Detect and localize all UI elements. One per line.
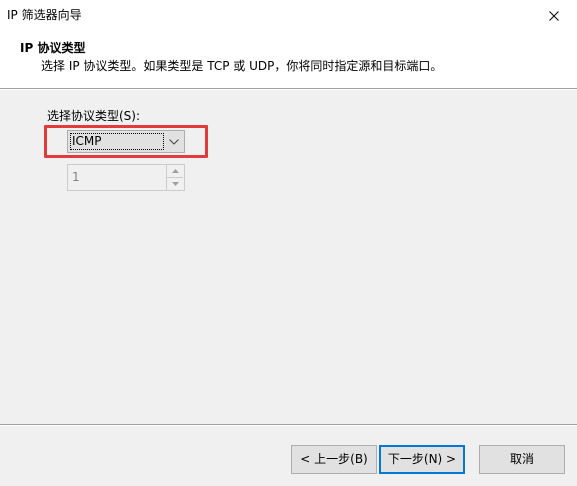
spin-down-button [167,178,183,190]
title-bar: IP 筛选器向导 [0,0,577,31]
protocol-dropdown-button[interactable] [166,133,182,150]
chevron-down-icon [169,138,179,145]
footer-divider-highlight [0,425,577,426]
page-description: 选择 IP 协议类型。如果类型是 TCP 或 UDP，你将同时指定源和目标端口。 [41,59,443,73]
close-button[interactable] [531,0,577,31]
spin-buttons [166,165,184,190]
page-title: IP 协议类型 [20,41,86,55]
ip-filter-wizard-window: IP 筛选器向导 IP 协议类型 选择 IP 协议类型。如果类型是 TCP 或 … [0,0,577,486]
header-divider-highlight [0,89,577,90]
back-button[interactable]: < 上一步(B) [291,445,377,474]
close-icon [549,10,559,21]
spin-up-button [167,165,183,178]
window-title: IP 筛选器向导 [7,8,82,22]
cancel-button[interactable]: 取消 [479,445,565,474]
spin-up-icon [171,169,179,173]
protocol-number-spinbox: 1 [67,164,185,191]
spin-down-icon [171,182,179,186]
next-button[interactable]: 下一步(N) > [379,445,465,474]
protocol-type-label: 选择协议类型(S): [47,109,141,123]
protocol-type-value: ICMP [70,133,164,150]
wizard-header: IP 协议类型 选择 IP 协议类型。如果类型是 TCP 或 UDP，你将同时指… [0,31,577,88]
protocol-type-select[interactable]: ICMP [67,130,185,153]
protocol-number-value: 1 [72,170,80,184]
